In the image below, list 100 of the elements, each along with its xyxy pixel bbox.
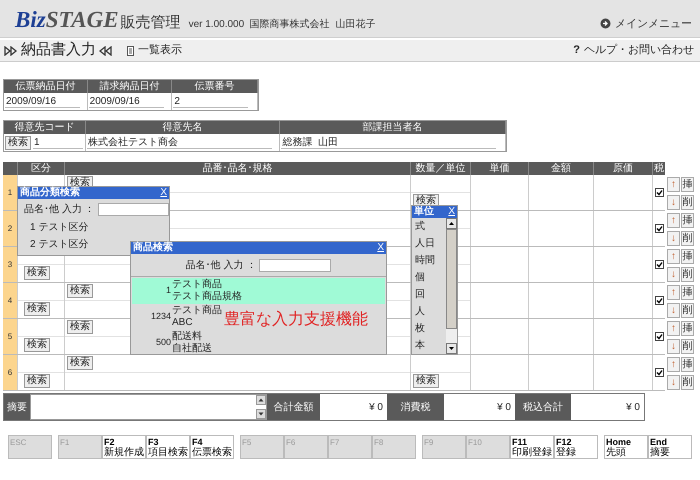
function-key[interactable]: F4 伝票検索 — [190, 435, 234, 459]
delete-button[interactable]: 削 — [681, 230, 694, 246]
search-button[interactable]: 検索 — [413, 374, 439, 388]
user-info: ver 1.00.000 国際商事株式会社 山田花子 — [188, 18, 376, 32]
move-down-button[interactable]: ↓ — [667, 266, 680, 282]
search-button[interactable]: 検索 — [24, 302, 50, 316]
list-item[interactable]: 個 — [412, 269, 446, 286]
help-link[interactable]: ヘルプ・お問い合わせ — [584, 42, 694, 59]
list-view-link[interactable]: 一覧表示 — [127, 42, 182, 59]
list-item[interactable]: 枚 — [412, 320, 446, 337]
insert-button[interactable]: 挿 — [681, 356, 694, 372]
total-label: 消費税 — [387, 394, 444, 420]
delete-button[interactable]: 削 — [681, 194, 694, 210]
input-field[interactable]: 2 — [173, 95, 248, 108]
move-down-button[interactable]: ↓ — [667, 338, 680, 354]
move-up-button[interactable]: ↑ — [667, 320, 680, 336]
app-name: 販売管理 — [120, 14, 181, 32]
list-item[interactable]: 回 — [412, 286, 446, 303]
list-item[interactable]: 時間 — [412, 252, 446, 269]
checkbox[interactable] — [654, 224, 664, 233]
row-number: 5 — [3, 319, 17, 354]
search-button[interactable]: 検索 — [24, 338, 50, 352]
main-menu-link[interactable]: メインメニュー — [600, 16, 692, 32]
move-up-button[interactable]: ↑ — [667, 356, 680, 372]
move-down-button[interactable]: ↓ — [667, 230, 680, 246]
search-button[interactable]: 検索 — [5, 136, 31, 150]
scroll-down-icon[interactable] — [256, 409, 266, 419]
checkbox[interactable] — [654, 296, 664, 305]
search-button[interactable]: 検索 — [24, 266, 50, 280]
function-key[interactable]: Home 先頭 — [604, 435, 648, 459]
double-arrow-left-icon — [99, 46, 113, 56]
row-number: 4 — [3, 283, 17, 318]
close-button[interactable]: X — [377, 242, 384, 254]
total-label: 税込合計 — [515, 394, 571, 420]
memo-label: 摘要 — [4, 394, 30, 420]
insert-button[interactable]: 挿 — [681, 248, 694, 264]
move-down-button[interactable]: ↓ — [667, 194, 680, 210]
filter-field[interactable] — [98, 202, 169, 216]
checkbox[interactable] — [654, 260, 664, 269]
insert-button[interactable]: 挿 — [681, 284, 694, 300]
filter-label: 品名･他 入力 ： — [186, 258, 256, 272]
checkbox[interactable] — [654, 332, 664, 341]
input-field[interactable]: 2009/09/16 — [5, 95, 80, 108]
search-button[interactable]: 検索 — [67, 320, 93, 334]
search-button[interactable]: 検索 — [24, 374, 50, 388]
row-number: 6 — [3, 355, 17, 390]
scroll-up-icon[interactable] — [256, 395, 266, 405]
function-key[interactable]: F3 項目検索 — [146, 435, 190, 459]
popup-title: 単位 — [414, 206, 434, 218]
move-up-button[interactable]: ↑ — [667, 212, 680, 228]
search-button[interactable]: 検索 — [67, 284, 93, 298]
delete-button[interactable]: 削 — [681, 302, 694, 318]
filter-field[interactable] — [259, 258, 332, 272]
input-field[interactable]: 総務課 山田 — [281, 136, 496, 149]
scroll-down-icon[interactable] — [446, 343, 457, 354]
list-item[interactable]: 1 テスト区分 — [18, 219, 169, 236]
list-item[interactable]: 式 — [412, 218, 446, 235]
delete-button[interactable]: 削 — [681, 338, 694, 354]
scroll-thumb[interactable] — [446, 229, 457, 329]
list-item[interactable]: 人 — [412, 303, 446, 320]
filter-label: 品名･他 入力 ： — [24, 202, 95, 216]
input-field[interactable]: 2009/09/16 — [88, 95, 164, 108]
delete-button[interactable]: 削 — [681, 266, 694, 282]
move-up-button[interactable]: ↑ — [667, 248, 680, 264]
input-field[interactable]: 1 — [33, 136, 83, 149]
close-button[interactable]: X — [160, 187, 167, 199]
list-icon — [127, 46, 134, 56]
checkbox[interactable] — [654, 188, 664, 197]
popup-title: 商品検索 — [133, 242, 173, 254]
row-number: 2 — [3, 211, 17, 246]
scroll-up-icon[interactable] — [446, 218, 457, 229]
help-mark: ? — [573, 43, 580, 58]
move-down-button[interactable]: ↓ — [667, 374, 680, 390]
move-down-button[interactable]: ↓ — [667, 302, 680, 318]
function-key[interactable]: F12 登録 — [554, 435, 598, 459]
delete-button[interactable]: 削 — [681, 374, 694, 390]
function-key[interactable]: F2 新規作成 — [102, 435, 146, 459]
move-up-button[interactable]: ↑ — [667, 176, 680, 192]
double-arrow-right-icon — [4, 46, 18, 56]
logo-text: STAGE — [46, 8, 119, 32]
arrow-circle-icon — [600, 18, 611, 30]
input-field[interactable]: 株式会社テスト商会 — [86, 136, 272, 149]
row-number: 1 — [3, 175, 17, 210]
insert-button[interactable]: 挿 — [681, 320, 694, 336]
search-button[interactable]: 検索 — [67, 356, 93, 370]
list-item[interactable]: 人日 — [412, 235, 446, 252]
checkbox[interactable] — [654, 368, 664, 377]
logo-text: Biz — [15, 8, 46, 32]
function-key[interactable]: End 摘要 — [648, 435, 692, 459]
caption-text: 豊富な入力支援機能 — [224, 310, 368, 330]
close-button[interactable]: X — [448, 206, 455, 218]
scrollbar[interactable] — [446, 218, 457, 354]
function-key[interactable]: F11 印刷登録 — [510, 435, 554, 459]
list-item[interactable]: 本 — [412, 337, 446, 354]
insert-button[interactable]: 挿 — [681, 212, 694, 228]
row-number: 3 — [3, 247, 17, 282]
page-title: 納品書入力 — [21, 40, 96, 60]
insert-button[interactable]: 挿 — [681, 176, 694, 192]
memo-field[interactable] — [30, 394, 267, 420]
move-up-button[interactable]: ↑ — [667, 284, 680, 300]
